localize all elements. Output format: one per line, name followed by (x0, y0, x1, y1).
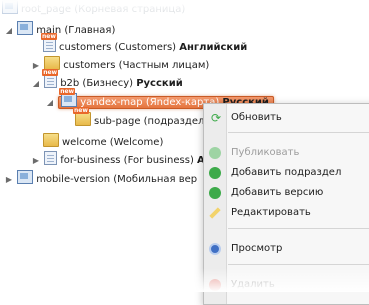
menu-item-label: Добавить версию (231, 187, 324, 198)
tree-item-customers-en[interactable]: customers (Customers) Английский (41, 33, 248, 56)
language-label: Русский (136, 78, 183, 89)
menu-item-label: Удалить (231, 279, 275, 290)
menu-item-edit[interactable]: Редактировать (204, 203, 369, 223)
delete-icon (209, 279, 221, 291)
tree-item-label: for-business (For business) (60, 155, 194, 166)
publish-icon (209, 147, 221, 159)
tree-item-label: customers (Частным лицам) (63, 60, 210, 71)
collapse-arrow-icon[interactable]: ◢ (31, 75, 41, 93)
page-icon (44, 151, 58, 165)
tree-item-for-business[interactable]: ▶ for-business (For business) A (31, 151, 205, 169)
new-page-icon (42, 69, 59, 88)
folder-icon (44, 56, 61, 70)
root-page-item[interactable]: root_page (Корневая страница) (2, 0, 185, 15)
menu-separator (228, 264, 369, 265)
expand-arrow-icon[interactable]: ▶ (31, 57, 41, 75)
collapse-arrow-icon[interactable]: ◢ (4, 22, 14, 40)
menu-item-preview[interactable]: Просмотр (204, 239, 369, 259)
tree-item-sub-page[interactable]: sub-page (подраздел) (73, 107, 209, 130)
tree-item-label: customers (Customers) (59, 42, 177, 53)
tree-item-welcome[interactable]: welcome (Welcome) (43, 133, 163, 151)
new-folder-icon (73, 107, 91, 126)
site-icon (2, 0, 18, 14)
tree-item-mobile-version[interactable]: ▶ mobile-version (Мобильная вер (4, 170, 197, 188)
new-page-icon (59, 88, 78, 107)
language-label: Английский (179, 42, 248, 53)
menu-item-label: Добавить подраздел (231, 167, 342, 178)
edit-icon (209, 207, 221, 219)
site-icon (17, 21, 34, 35)
menu-item-delete[interactable]: Удалить (204, 275, 369, 295)
menu-item-refresh[interactable]: ⟳ Обновить (204, 108, 369, 128)
tree-item-b2b[interactable]: ◢ b2b (Бизнесу) Русский (31, 69, 183, 93)
site-icon (17, 170, 34, 184)
menu-item-label: Публиковать (231, 147, 300, 158)
preview-icon (209, 243, 221, 255)
tree-item-main[interactable]: ◢ main (Главная) (4, 21, 115, 39)
folder-icon (43, 133, 59, 147)
tree-item-label: welcome (Welcome) (62, 137, 164, 148)
tree-item-label: sub-page (подраздел) (94, 116, 209, 127)
new-page-icon (41, 33, 57, 52)
expand-arrow-icon[interactable]: ▶ (31, 152, 41, 170)
menu-separator (228, 132, 369, 133)
menu-item-add-version[interactable]: Добавить версию (204, 183, 369, 203)
add-subsection-icon (209, 167, 221, 179)
expand-arrow-icon[interactable]: ▶ (4, 171, 14, 189)
menu-separator (228, 228, 369, 229)
tree-item-label: yandex-map (Яndex-карта) (80, 97, 220, 108)
collapse-arrow-icon[interactable]: ◢ (45, 94, 55, 112)
root-page-label: root_page (Корневая страница) (21, 4, 186, 15)
menu-item-publish[interactable]: Публиковать (204, 143, 369, 163)
menu-item-label: Обновить (231, 112, 282, 123)
menu-item-label: Просмотр (231, 243, 283, 254)
menu-item-add-subsection[interactable]: Добавить подраздел (204, 163, 369, 183)
tree-item-label: mobile-version (Мобильная вер (36, 174, 198, 185)
context-menu: ⟳ Обновить Публиковать Добавить подразде… (203, 103, 369, 305)
refresh-icon: ⟳ (210, 111, 222, 125)
menu-item-label: Редактировать (231, 207, 311, 218)
add-version-icon (209, 187, 221, 199)
